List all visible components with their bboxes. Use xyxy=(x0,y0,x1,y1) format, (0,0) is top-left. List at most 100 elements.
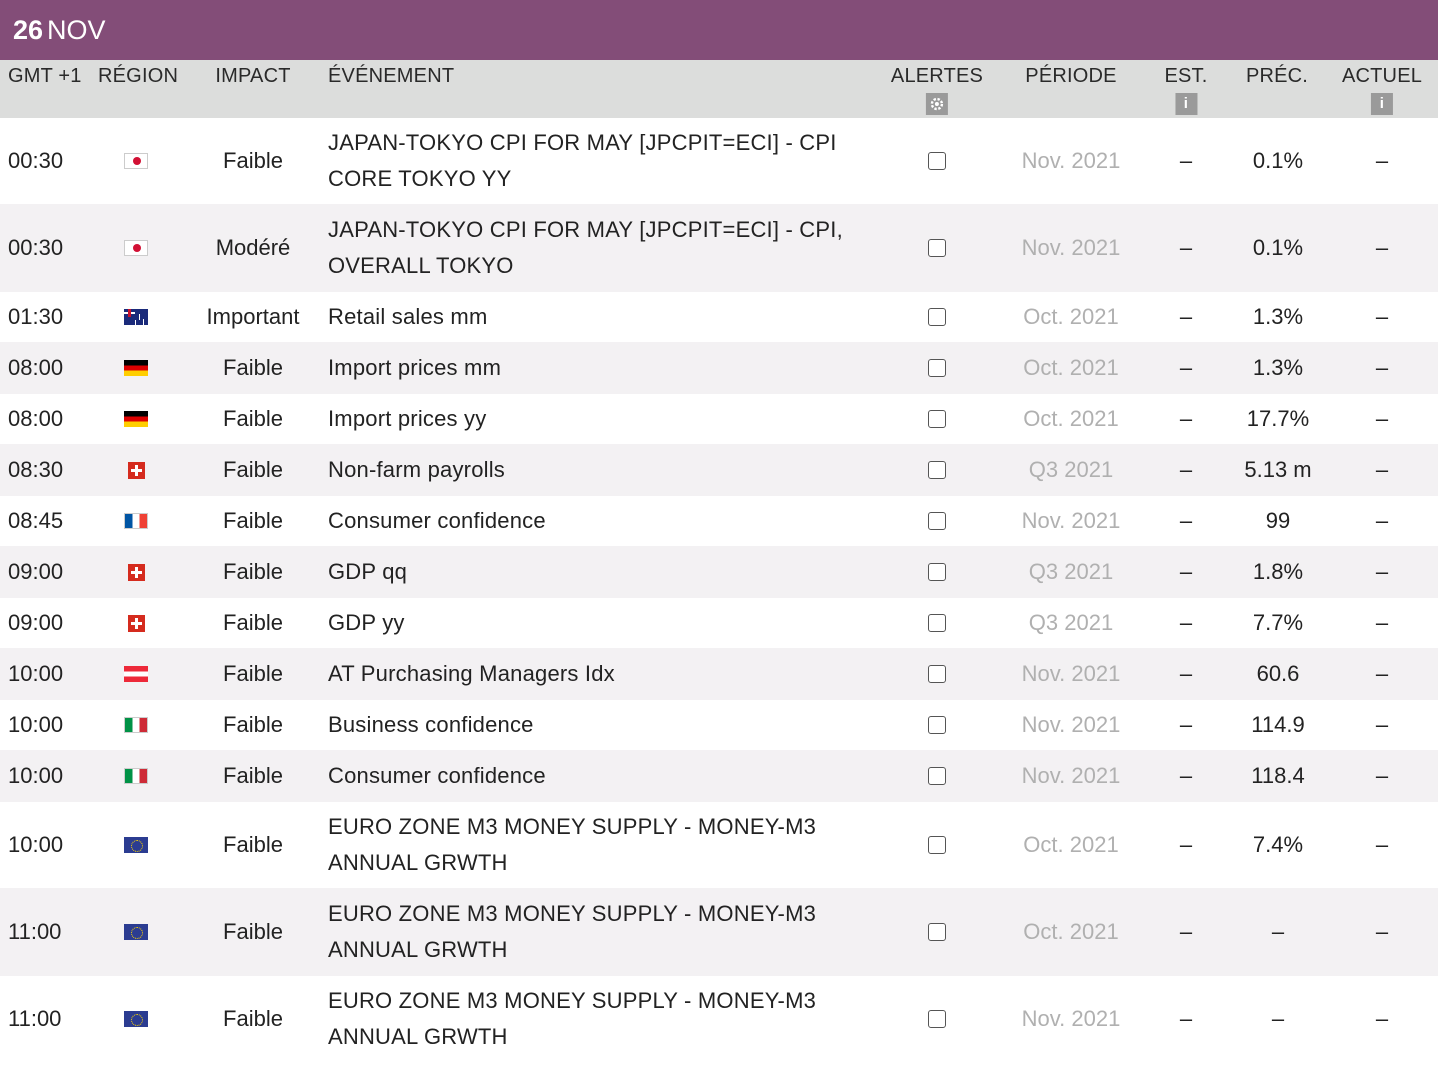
event-previous: 0.1% xyxy=(1252,148,1304,173)
alert-checkbox[interactable] xyxy=(928,836,946,854)
event-previous: – xyxy=(1271,919,1285,944)
event-name: Import prices yy xyxy=(328,406,487,431)
event-name: Non-farm payrolls xyxy=(328,457,506,482)
flag-ch-icon xyxy=(127,563,145,581)
alert-checkbox[interactable] xyxy=(928,461,946,479)
event-actual: – xyxy=(1375,148,1389,173)
event-period: Nov. 2021 xyxy=(1021,661,1121,686)
event-previous: 7.7% xyxy=(1252,610,1304,635)
alert-checkbox[interactable] xyxy=(928,923,946,941)
alert-checkbox[interactable] xyxy=(928,716,946,734)
event-name: GDP yy xyxy=(328,610,405,635)
event-estimate: – xyxy=(1179,508,1193,533)
alert-cell xyxy=(926,648,948,700)
event-time: 08:00 xyxy=(8,406,64,431)
flag-at-icon xyxy=(124,666,148,682)
region-flag xyxy=(124,204,148,292)
table-row: 10:00 Faible AT Purchasing Managers Idx Nov… xyxy=(0,648,1438,700)
event-impact: Faible xyxy=(223,661,283,686)
event-actual: – xyxy=(1375,919,1389,944)
event-time: 09:00 xyxy=(8,559,64,584)
event-previous: 0.1% xyxy=(1252,235,1304,260)
table-row: 08:45 Faible Consumer confidence Nov. 2021 –… xyxy=(0,496,1438,546)
alert-checkbox[interactable] xyxy=(928,1010,946,1028)
alert-cell xyxy=(926,976,948,1062)
event-actual: – xyxy=(1375,763,1389,788)
event-impact: Faible xyxy=(223,508,283,533)
event-name: Consumer confidence xyxy=(328,508,546,533)
region-flag xyxy=(124,444,148,496)
event-estimate: – xyxy=(1179,304,1193,329)
date-month: NOV xyxy=(47,14,106,45)
flag-eu-icon xyxy=(124,837,148,853)
alert-checkbox[interactable] xyxy=(928,512,946,530)
event-impact: Modéré xyxy=(215,235,291,260)
region-flag xyxy=(124,342,148,394)
alert-checkbox[interactable] xyxy=(928,308,946,326)
event-time: 10:00 xyxy=(8,661,64,686)
table-row: 00:30 Faible JAPAN-TOKYO CPI FOR MAY [JPCP… xyxy=(0,118,1438,204)
event-time: 09:00 xyxy=(8,610,64,635)
alert-cell xyxy=(926,204,948,292)
event-actual: – xyxy=(1375,832,1389,857)
flag-eu-icon xyxy=(124,924,148,940)
event-impact: Faible xyxy=(223,406,283,431)
col-prev: PRÉC. xyxy=(1245,65,1309,87)
event-previous: 60.6 xyxy=(1256,661,1300,686)
event-name: JAPAN-TOKYO CPI FOR MAY [JPCPIT=ECI] - C… xyxy=(328,217,843,278)
event-impact: Faible xyxy=(223,355,283,380)
event-time: 10:00 xyxy=(8,712,64,737)
event-name: EURO ZONE M3 MONEY SUPPLY - MONEY-M3 ANN… xyxy=(328,814,817,875)
event-period: Nov. 2021 xyxy=(1021,763,1121,788)
alert-checkbox[interactable] xyxy=(928,359,946,377)
alert-checkbox[interactable] xyxy=(928,665,946,683)
alert-cell xyxy=(926,394,948,444)
event-period: Oct. 2021 xyxy=(1023,832,1119,857)
alert-checkbox[interactable] xyxy=(928,152,946,170)
event-estimate: – xyxy=(1179,235,1193,260)
alert-checkbox[interactable] xyxy=(928,614,946,632)
event-previous: 7.4% xyxy=(1252,832,1304,857)
alert-checkbox[interactable] xyxy=(928,410,946,428)
event-estimate: – xyxy=(1179,832,1193,857)
alert-checkbox[interactable] xyxy=(928,563,946,581)
table-row: 09:00 Faible GDP qq Q3 2021 – 1.8% – xyxy=(0,546,1438,598)
table-row: 08:00 Faible Import prices yy Oct. 2021 – 17.… xyxy=(0,394,1438,444)
event-impact: Faible xyxy=(223,919,283,944)
table-row: 10:00 Faible Consumer confidence Nov. 2021 –… xyxy=(0,750,1438,802)
event-previous: 17.7% xyxy=(1246,406,1310,431)
date-day: 26 xyxy=(13,14,44,45)
alert-cell xyxy=(926,342,948,394)
flag-jp-icon xyxy=(124,240,148,256)
event-name: EURO ZONE M3 MONEY SUPPLY - MONEY-M3 ANN… xyxy=(328,988,817,1049)
event-impact: Faible xyxy=(223,559,283,584)
region-flag xyxy=(124,394,148,444)
event-time: 00:30 xyxy=(8,148,64,173)
event-name: Retail sales mm xyxy=(328,304,488,329)
event-previous: 118.4 xyxy=(1251,763,1305,788)
event-impact: Faible xyxy=(223,763,283,788)
info-icon[interactable]: i xyxy=(1174,93,1197,115)
date-bar: 26 NOV xyxy=(0,0,1438,60)
events-table-body: 00:30 Faible JAPAN-TOKYO CPI FOR MAY [JPCP… xyxy=(0,118,1438,1062)
event-estimate: – xyxy=(1179,919,1193,944)
event-impact: Faible xyxy=(223,610,283,635)
gear-icon[interactable] xyxy=(926,93,948,115)
region-flag xyxy=(124,888,148,976)
alert-cell xyxy=(926,496,948,546)
col-region: RÉGION xyxy=(98,65,179,87)
region-flag xyxy=(124,118,148,204)
flag-de-icon xyxy=(124,411,148,427)
alert-checkbox[interactable] xyxy=(928,767,946,785)
alert-checkbox[interactable] xyxy=(928,239,946,257)
alert-cell xyxy=(926,444,948,496)
flag-ch-icon xyxy=(127,614,145,632)
event-impact: Faible xyxy=(223,712,283,737)
region-flag xyxy=(124,496,148,546)
col-period: PÉRIODE xyxy=(1025,65,1117,87)
region-flag xyxy=(124,292,148,342)
event-actual: – xyxy=(1375,559,1389,584)
info-icon[interactable]: i xyxy=(1370,93,1393,115)
event-impact: Faible xyxy=(223,1006,283,1031)
event-previous: 5.13 m xyxy=(1244,457,1312,482)
